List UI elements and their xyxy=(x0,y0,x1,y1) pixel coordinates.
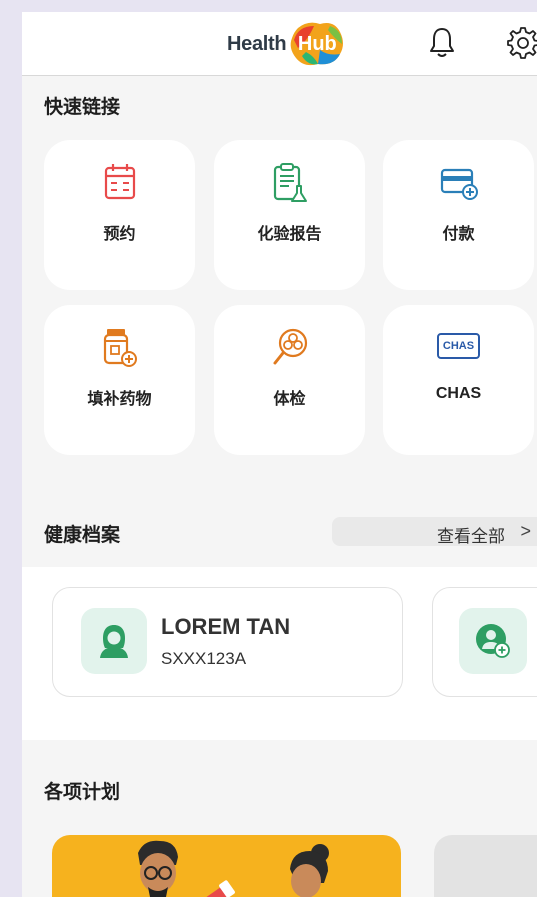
quick-link-label: 预约 xyxy=(103,226,136,243)
quick-links-title: 快速链接 xyxy=(44,97,121,118)
add-user-icon xyxy=(459,608,527,674)
profile-id: SXXX123A xyxy=(161,649,247,668)
app-header: Health Hub xyxy=(22,12,537,76)
quick-link-label: 付款 xyxy=(442,226,475,243)
programme-card[interactable] xyxy=(52,835,401,897)
logo-hub-badge: Hub xyxy=(288,20,346,68)
health-records-title: 健康档案 xyxy=(44,525,121,546)
quick-link-payments[interactable]: 付款 xyxy=(383,140,534,290)
add-profile-card[interactable] xyxy=(432,587,537,697)
logo-hub-text: Hub xyxy=(297,32,337,55)
quick-link-label: CHAS xyxy=(435,385,482,402)
profile-name: LOREM TAN xyxy=(161,614,291,639)
payment-card-icon xyxy=(383,162,534,202)
view-all-label: 查看全部 xyxy=(437,527,505,546)
lab-report-icon xyxy=(214,162,365,202)
avatar xyxy=(81,608,147,674)
programme-illustration xyxy=(138,840,329,897)
quick-link-chas[interactable]: CHAS CHAS xyxy=(383,305,534,455)
gear-icon[interactable] xyxy=(505,26,537,65)
app-screen: Health Hub 快速链接 预约 化验报告 付款 填补药物 体检 CHAS … xyxy=(22,12,537,897)
calendar-icon xyxy=(44,162,195,202)
programmes-title: 各项计划 xyxy=(44,782,121,803)
chas-badge: CHAS xyxy=(436,333,481,359)
medicine-refill-icon xyxy=(44,327,195,367)
quick-link-label: 体检 xyxy=(273,391,306,408)
chas-icon: CHAS xyxy=(383,327,534,367)
logo-health-text: Health xyxy=(227,32,287,55)
profile-card[interactable]: LOREM TAN SXXX123A xyxy=(52,587,403,697)
quick-link-label: 化验报告 xyxy=(257,226,322,243)
chevron-right-icon: > xyxy=(520,521,531,541)
quick-link-label: 填补药物 xyxy=(87,391,152,408)
quick-link-appointments[interactable]: 预约 xyxy=(44,140,195,290)
quick-link-screening[interactable]: 体检 xyxy=(214,305,365,455)
quick-link-medicine-refill[interactable]: 填补药物 xyxy=(44,305,195,455)
bell-icon[interactable] xyxy=(428,26,456,63)
screening-icon xyxy=(214,327,365,367)
view-all-button[interactable]: 查看全部 > xyxy=(332,517,537,546)
quick-link-lab-reports[interactable]: 化验报告 xyxy=(214,140,365,290)
healthhub-logo: Health Hub xyxy=(227,20,346,68)
female-user-icon xyxy=(100,625,128,658)
programme-card-placeholder[interactable] xyxy=(434,835,537,897)
